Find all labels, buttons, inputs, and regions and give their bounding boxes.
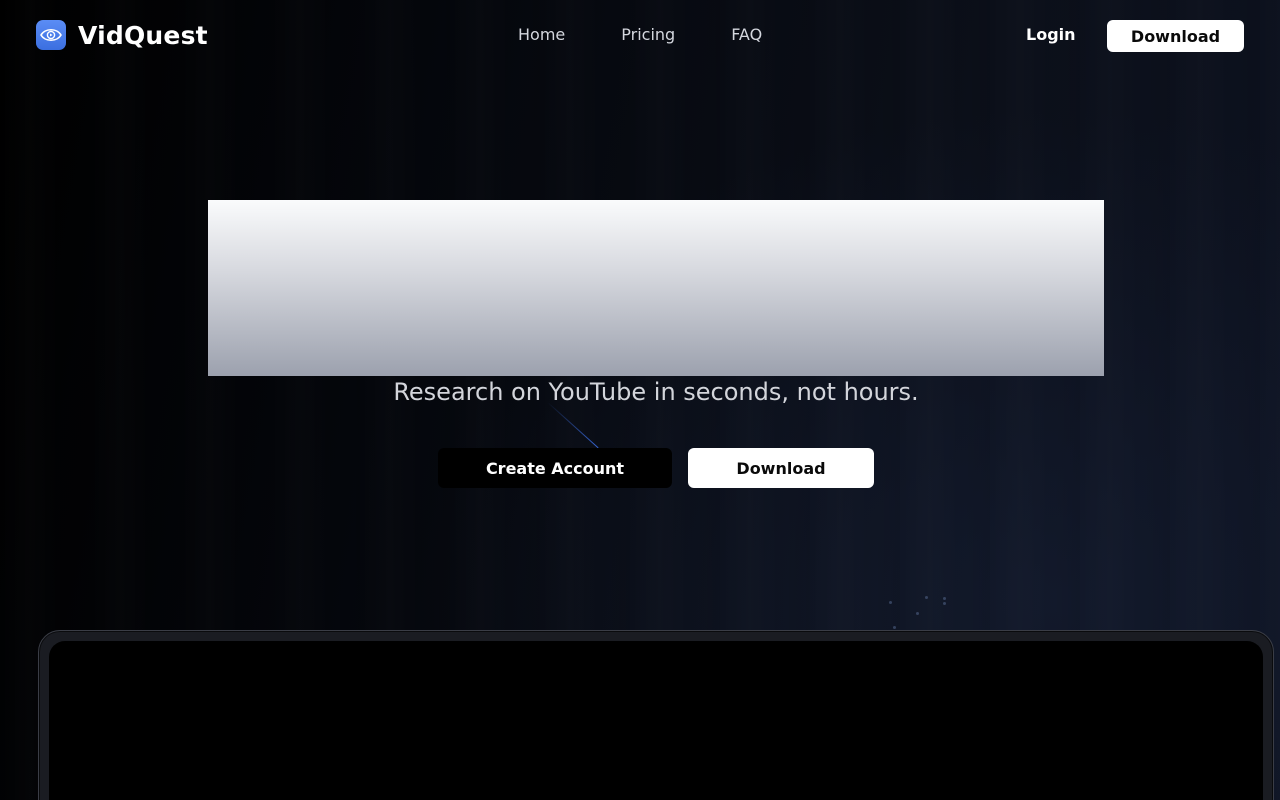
brand[interactable]: VidQuest [36,20,208,50]
login-link[interactable]: Login [1026,25,1076,45]
nav-faq-link[interactable]: FAQ [731,25,762,45]
main-nav: Home Pricing FAQ [518,25,818,45]
beam-decoration [547,402,599,449]
brand-name: VidQuest [78,20,208,50]
nav-home-link[interactable]: Home [518,25,565,45]
top-nav-bar: VidQuest Home Pricing FAQ Login Download [0,0,1280,70]
app-preview-screen [49,641,1263,800]
header-download-button[interactable]: Download [1107,20,1244,52]
app-preview-frame [38,630,1274,800]
particle-dot [916,612,919,615]
hero-title-banner [208,200,1104,376]
landing-page: VidQuest Home Pricing FAQ Login Download… [0,0,1280,800]
create-account-button[interactable]: Create Account [438,448,672,488]
nav-pricing-link[interactable]: Pricing [621,25,675,45]
hero-subtitle: Research on YouTube in seconds, not hour… [393,378,919,406]
eye-icon [36,20,66,50]
particle-dot [889,601,892,604]
particle-dot [943,602,946,605]
particle-dot [893,626,896,629]
particle-dot [943,597,946,600]
particle-dot [925,596,928,599]
hero-download-button[interactable]: Download [688,448,874,488]
